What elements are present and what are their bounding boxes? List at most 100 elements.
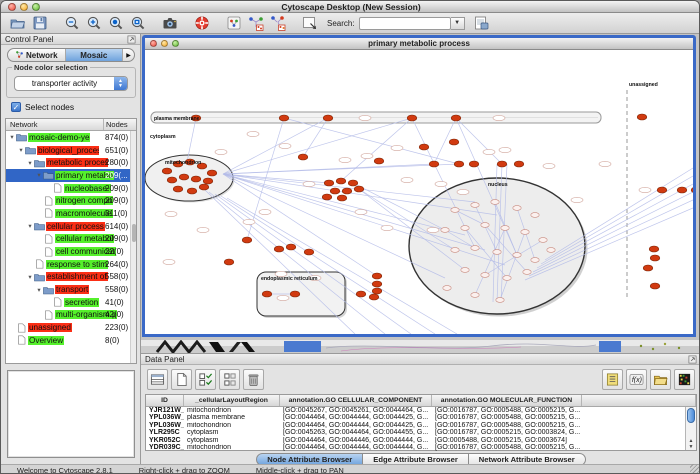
delete-attributes-icon[interactable] bbox=[243, 369, 264, 390]
network-node[interactable] bbox=[497, 161, 507, 167]
network-node[interactable] bbox=[571, 197, 583, 202]
network-node[interactable] bbox=[471, 293, 479, 298]
expand-arrow-icon[interactable]: ▾ bbox=[26, 273, 34, 281]
network-node[interactable] bbox=[513, 253, 521, 258]
table-column-header[interactable] bbox=[582, 395, 696, 406]
network-node[interactable] bbox=[481, 223, 489, 228]
minimize-window-icon[interactable] bbox=[20, 3, 28, 11]
network-node[interactable] bbox=[361, 153, 373, 158]
network-node[interactable] bbox=[372, 288, 382, 294]
tree-row[interactable]: secretion41(0) bbox=[6, 296, 136, 309]
network-node[interactable] bbox=[481, 273, 489, 278]
network-node[interactable] bbox=[163, 259, 175, 264]
network-node[interactable] bbox=[483, 149, 495, 154]
network-node[interactable] bbox=[451, 248, 459, 253]
network-node[interactable] bbox=[514, 161, 524, 167]
network-node[interactable] bbox=[203, 178, 213, 184]
select-nodes-checkbox[interactable]: ✓ bbox=[11, 102, 21, 112]
network-node[interactable] bbox=[401, 177, 413, 182]
network-node[interactable] bbox=[339, 157, 351, 162]
network-node[interactable] bbox=[461, 268, 469, 273]
network-node[interactable] bbox=[493, 250, 501, 255]
network-node[interactable] bbox=[356, 291, 366, 297]
tree-row[interactable]: ▾metabolic process280(0) bbox=[6, 156, 136, 169]
tree-row[interactable]: response to stimulu264(0) bbox=[6, 258, 136, 271]
tree-column-nodes[interactable]: Nodes bbox=[104, 119, 136, 130]
network-node[interactable] bbox=[443, 286, 451, 291]
table-column-header[interactable]: annotation.GO MOLECULAR_FUNCTION bbox=[432, 395, 582, 406]
network-node[interactable] bbox=[277, 295, 289, 300]
tree-row[interactable]: ▾mosaic-demo-yeast874(0) bbox=[6, 131, 136, 144]
table-row[interactable]: YLR295Ccytoplasm[GO:0045263, GO:0044464,… bbox=[146, 429, 696, 436]
resize-grip[interactable] bbox=[690, 464, 700, 474]
network-node[interactable] bbox=[243, 219, 255, 224]
network-node[interactable] bbox=[173, 186, 183, 192]
tree-row[interactable]: macromolecule311(0) bbox=[6, 207, 136, 220]
network-node[interactable] bbox=[637, 114, 647, 120]
zoom-fit-icon[interactable] bbox=[128, 14, 148, 33]
expand-arrow-icon[interactable]: ▾ bbox=[8, 133, 16, 141]
network-node[interactable] bbox=[298, 154, 308, 160]
network-node[interactable] bbox=[543, 163, 555, 168]
tree-row[interactable]: ▾transport558(0) bbox=[6, 283, 136, 296]
tab-overflow-arrow-icon[interactable]: ▶ bbox=[123, 49, 134, 61]
search-input[interactable] bbox=[359, 17, 451, 30]
tree-row[interactable]: ▾biological_process651(0) bbox=[6, 144, 136, 157]
network-node[interactable] bbox=[167, 177, 177, 183]
tree-row[interactable]: multi-organism pro42(0) bbox=[6, 309, 136, 322]
network-node[interactable] bbox=[503, 276, 511, 281]
network-node[interactable] bbox=[342, 188, 352, 194]
network-node[interactable] bbox=[501, 226, 509, 231]
expand-arrow-icon[interactable]: ▾ bbox=[17, 146, 25, 154]
float-data-panel-icon[interactable] bbox=[688, 355, 697, 364]
table-column-header[interactable]: annotation.GO CELLULAR_COMPONENT bbox=[280, 395, 432, 406]
network-node[interactable] bbox=[372, 273, 382, 279]
network-node[interactable] bbox=[454, 161, 464, 167]
network-node[interactable] bbox=[657, 187, 667, 193]
annotation-icon[interactable] bbox=[300, 14, 320, 33]
network-node[interactable] bbox=[419, 144, 429, 150]
expand-arrow-icon[interactable]: ▾ bbox=[35, 171, 43, 179]
layout-one-icon[interactable] bbox=[246, 14, 266, 33]
network-node[interactable] bbox=[650, 283, 660, 289]
network-node[interactable] bbox=[523, 270, 531, 275]
network-node[interactable] bbox=[274, 246, 284, 252]
network-node[interactable] bbox=[191, 176, 201, 182]
search-options-dropdown[interactable]: ▼ bbox=[451, 17, 465, 30]
network-node[interactable] bbox=[531, 213, 539, 218]
network-node[interactable] bbox=[677, 187, 687, 193]
network-node[interactable] bbox=[521, 230, 529, 235]
net-minimize-icon[interactable] bbox=[161, 40, 168, 47]
tree-row[interactable]: cell communicat22(0) bbox=[6, 245, 136, 258]
network-node[interactable] bbox=[330, 188, 340, 194]
network-node[interactable] bbox=[286, 244, 296, 250]
table-row[interactable]: YJR121W__1mitochondrion[GO:0045267, GO:0… bbox=[146, 407, 696, 414]
network-node[interactable] bbox=[407, 115, 417, 121]
network-node[interactable] bbox=[391, 145, 403, 150]
network-node[interactable] bbox=[336, 178, 346, 184]
table-column-header[interactable]: _cellularLayoutRegion bbox=[184, 395, 280, 406]
network-node[interactable] bbox=[197, 227, 209, 232]
network-node[interactable] bbox=[247, 131, 259, 136]
network-node[interactable] bbox=[337, 195, 347, 201]
network-node[interactable] bbox=[259, 209, 271, 214]
network-node[interactable] bbox=[429, 161, 439, 167]
network-node[interactable] bbox=[471, 203, 479, 208]
network-node[interactable] bbox=[207, 170, 217, 176]
network-node[interactable] bbox=[199, 184, 209, 190]
network-node[interactable] bbox=[599, 161, 611, 166]
network-node[interactable] bbox=[441, 228, 449, 233]
network-node[interactable] bbox=[650, 255, 660, 261]
table-scrollbar[interactable]: ▲▼ bbox=[685, 407, 696, 450]
network-node[interactable] bbox=[279, 143, 291, 148]
network-node[interactable] bbox=[355, 209, 367, 214]
tree-row[interactable]: nitrogen compo209(0) bbox=[6, 194, 136, 207]
network-node[interactable] bbox=[649, 246, 659, 252]
network-node[interactable] bbox=[493, 115, 505, 120]
network-node[interactable] bbox=[449, 139, 459, 145]
network-node[interactable] bbox=[224, 259, 234, 265]
network-node[interactable] bbox=[322, 194, 332, 200]
network-node[interactable] bbox=[491, 200, 499, 205]
table-column-header[interactable]: ID bbox=[146, 395, 184, 406]
expand-arrow-icon[interactable]: ▾ bbox=[26, 222, 34, 230]
